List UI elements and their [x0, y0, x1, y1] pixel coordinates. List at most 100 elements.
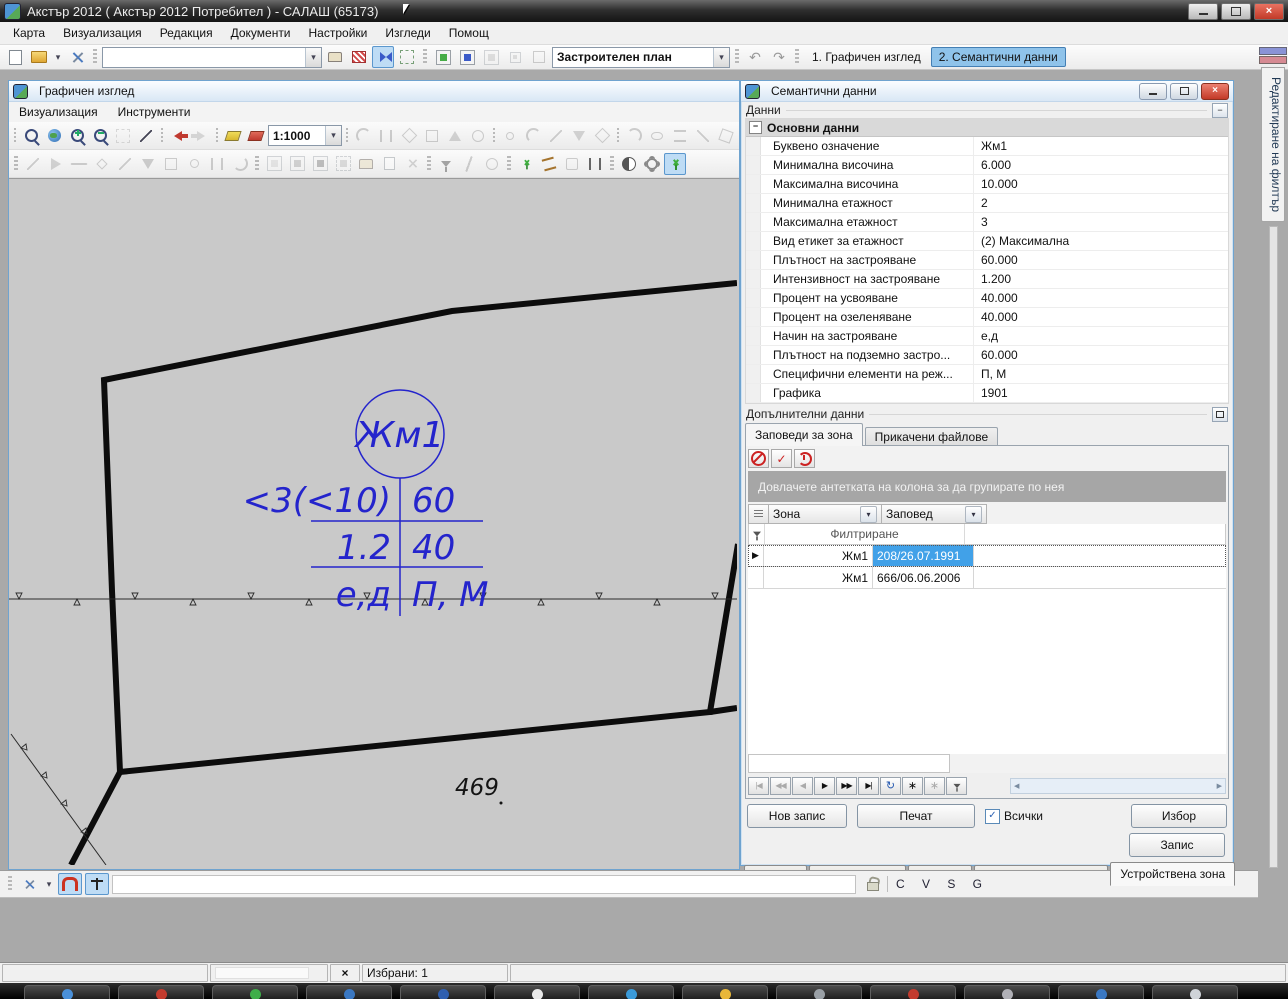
- taskbar-button[interactable]: [682, 985, 768, 999]
- toolbar-grip[interactable]: [255, 156, 259, 172]
- tab-regulation-zone[interactable]: Устройствена зона: [1110, 862, 1235, 886]
- property-row[interactable]: Максимална височина10.000: [746, 175, 1228, 194]
- property-value[interactable]: 10.000: [974, 175, 1228, 193]
- row-selector-header[interactable]: [748, 504, 769, 524]
- scroll-right-icon[interactable]: ▶: [1217, 782, 1222, 790]
- zone-create-icon[interactable]: [432, 46, 454, 68]
- taskbar-button[interactable]: [400, 985, 486, 999]
- property-row[interactable]: Максимална етажност3: [746, 213, 1228, 232]
- unlock-icon[interactable]: [867, 877, 879, 891]
- toolbar-grip[interactable]: [427, 156, 431, 172]
- menu-vizualizacia[interactable]: Визуализация: [54, 23, 151, 43]
- property-row[interactable]: Плътност на застрояване60.000: [746, 251, 1228, 270]
- map-drawing[interactable]: Жм1 <3(<10) 60 1.2 40 е,д П, М 469: [9, 179, 737, 865]
- snap-magnet-icon[interactable]: [58, 873, 82, 895]
- property-row[interactable]: Процент на усвояване40.000: [746, 289, 1228, 308]
- menu-karta[interactable]: Карта: [4, 23, 54, 43]
- menu-dokumenti[interactable]: Документи: [222, 23, 300, 43]
- brightness-icon[interactable]: [641, 153, 663, 175]
- grid-horizontal-scrollbar[interactable]: ◀ ▶: [1010, 778, 1226, 794]
- toolbar-grip[interactable]: [216, 128, 218, 144]
- snap-settings-icon[interactable]: [18, 873, 40, 895]
- column-header-order[interactable]: Заповед ▾: [882, 504, 987, 524]
- all-checkbox[interactable]: ✓: [985, 809, 1000, 824]
- menu-pomosht[interactable]: Помощ: [440, 23, 498, 43]
- graphic-view-window[interactable]: Графичен изглед Визуализация Инструменти…: [8, 80, 740, 870]
- scale-combo-arrow-icon[interactable]: ▾: [325, 126, 341, 145]
- select-button[interactable]: Избор: [1131, 804, 1227, 828]
- save-button[interactable]: Запис: [1129, 833, 1225, 857]
- nav-last-icon[interactable]: ▶|: [858, 777, 879, 795]
- toolbar-grip[interactable]: [610, 156, 614, 172]
- contrast-icon[interactable]: [618, 153, 640, 175]
- order-row[interactable]: ▶ Жм1 208/26.07.1991: [748, 545, 1226, 567]
- view-tab-semantic[interactable]: 2. Семантични данни: [931, 47, 1066, 67]
- cancel-operation-button[interactable]: ×: [330, 964, 360, 982]
- nav-filter-icon[interactable]: [946, 777, 967, 795]
- zoom-in-icon[interactable]: [66, 125, 88, 147]
- refresh-brush-icon[interactable]: [245, 125, 267, 147]
- semantic-close-button[interactable]: ×: [1201, 83, 1229, 100]
- section-collapse-icon[interactable]: −: [749, 121, 762, 134]
- order-row[interactable]: Жм1 666/06.06.2006: [748, 567, 1226, 589]
- taskbar-button[interactable]: [212, 985, 298, 999]
- property-value[interactable]: 40.000: [974, 289, 1228, 307]
- toolbar-grip[interactable]: [795, 49, 799, 65]
- snap-node-icon[interactable]: [85, 873, 109, 895]
- toolbar-grip[interactable]: [14, 156, 18, 172]
- confirm-edit-icon[interactable]: ✓: [771, 449, 792, 468]
- semantic-restore-button[interactable]: [1170, 83, 1198, 100]
- pan-arrow-icon[interactable]: [135, 125, 157, 147]
- toolbar-grip[interactable]: [423, 49, 427, 65]
- minimize-button[interactable]: [1188, 3, 1218, 20]
- order-filter-dropdown-icon[interactable]: ▾: [965, 506, 982, 523]
- world-view-icon[interactable]: [43, 125, 65, 147]
- property-value[interactable]: 6.000: [974, 156, 1228, 174]
- taskbar-button[interactable]: [870, 985, 956, 999]
- menu-graphic-instrumenti[interactable]: Инструменти: [108, 103, 201, 121]
- toolbar-grip[interactable]: [493, 128, 495, 144]
- additional-expand-button[interactable]: [1212, 407, 1228, 422]
- toolbar-grip[interactable]: [507, 156, 511, 172]
- print-button[interactable]: Печат: [857, 804, 975, 828]
- property-row[interactable]: Начин на застрояванее,д: [746, 327, 1228, 346]
- taskbar-button[interactable]: [306, 985, 392, 999]
- property-value[interactable]: 2: [974, 194, 1228, 212]
- labels-toggle-icon[interactable]: [372, 46, 394, 68]
- taskbar-button[interactable]: [588, 985, 674, 999]
- snap-settings-dropdown-icon[interactable]: ▾: [43, 873, 55, 895]
- toolbar-grip[interactable]: [617, 128, 619, 144]
- map-canvas[interactable]: Жм1 <3(<10) 60 1.2 40 е,д П, М 469: [9, 178, 739, 869]
- order-zone-cell[interactable]: Жм1: [764, 545, 873, 566]
- menu-nastroiki[interactable]: Настройки: [300, 23, 377, 43]
- property-value[interactable]: 60.000: [974, 346, 1228, 364]
- contour-lines-icon[interactable]: [538, 153, 560, 175]
- toolbar-grip[interactable]: [735, 49, 739, 65]
- tab-orders-for-zone[interactable]: Заповеди за зона: [745, 423, 863, 446]
- order-number-cell-selected[interactable]: 208/26.07.1991: [873, 545, 974, 566]
- plan-combo[interactable]: Застроителен план ▾: [552, 47, 730, 68]
- filter-funnel-icon[interactable]: [749, 524, 765, 544]
- menu-izgledi[interactable]: Изгледи: [376, 23, 439, 43]
- property-row[interactable]: Интензивност на застрояване1.200: [746, 270, 1228, 289]
- toolbar-grip[interactable]: [346, 128, 348, 144]
- property-row[interactable]: Специфични елементи на реж...П, М: [746, 365, 1228, 384]
- groupby-hint-bar[interactable]: Довлачете антетката на колона за да груп…: [748, 471, 1226, 502]
- refresh-data-icon[interactable]: [794, 449, 815, 468]
- order-number-cell[interactable]: 666/06.06.2006: [873, 567, 974, 588]
- taskbar-button[interactable]: [776, 985, 862, 999]
- all-checkbox-wrap[interactable]: ✓ Всички: [985, 809, 1043, 824]
- layer-combo[interactable]: ▾: [102, 47, 322, 68]
- close-button[interactable]: ×: [1254, 3, 1284, 20]
- zone-edit-icon[interactable]: [456, 46, 478, 68]
- plan-combo-arrow-icon[interactable]: ▾: [713, 48, 729, 67]
- property-value[interactable]: 1901: [974, 384, 1228, 402]
- property-row[interactable]: Минимална етажност2: [746, 194, 1228, 213]
- taskbar-button[interactable]: [118, 985, 204, 999]
- semantic-minimize-button[interactable]: [1139, 83, 1167, 100]
- new-record-button[interactable]: Нов запис: [747, 804, 847, 828]
- property-value[interactable]: (2) Максимална: [974, 232, 1228, 250]
- property-value[interactable]: 40.000: [974, 308, 1228, 326]
- tab-attached-files[interactable]: Прикачени файлове: [865, 427, 999, 446]
- property-row[interactable]: Буквено означениеЖм1: [746, 137, 1228, 156]
